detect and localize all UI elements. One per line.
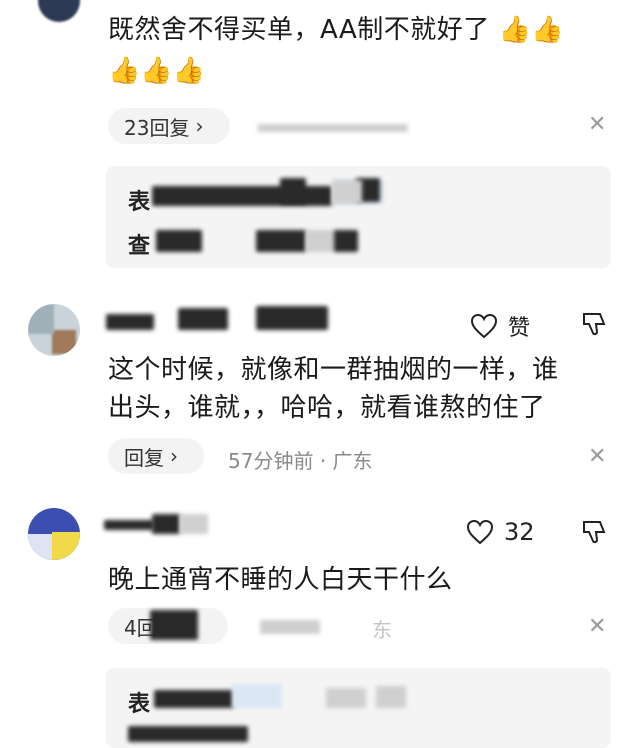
- redacted-text: [376, 686, 406, 708]
- username-redacted: [106, 314, 154, 330]
- meta-blurred: [258, 124, 408, 132]
- comment-text-line: 晚上通宵不睡的人白天干什么: [108, 565, 453, 595]
- reply-button[interactable]: 23回复 ›: [108, 108, 230, 144]
- location: 广东: [332, 449, 373, 473]
- redacted-text: [332, 180, 362, 204]
- chevron-right-icon: ›: [170, 444, 178, 468]
- thumbs-down-icon[interactable]: [580, 518, 608, 546]
- thumbs-up-emoji-icon: 👍👍👍: [108, 56, 206, 86]
- heart-icon: [470, 313, 498, 339]
- redacted-text: [306, 230, 336, 252]
- like-button[interactable]: 32: [466, 518, 535, 546]
- redacted-text: [326, 688, 366, 708]
- reply-label: 回复: [124, 445, 164, 470]
- avatar[interactable]: [28, 304, 80, 356]
- meta-blurred: [260, 620, 320, 634]
- like-count: 32: [504, 518, 535, 546]
- redacted-text: [256, 230, 306, 252]
- like-label: 赞: [508, 316, 531, 341]
- timestamp: 57分钟前: [228, 449, 314, 473]
- redacted-text: [232, 684, 282, 708]
- comment-text-line: 既然舍不得买单，AA制不就好了: [108, 15, 490, 45]
- comment-text-line: 出头，谁就，，哈哈，就看谁熬的住了: [108, 393, 546, 423]
- thumbs-up-emoji-icon: 👍👍: [498, 15, 565, 45]
- redacted-text: [154, 690, 234, 708]
- heart-icon: [466, 519, 494, 545]
- username-redacted: [256, 306, 328, 330]
- sub-comment-prefix: 表: [128, 692, 151, 717]
- thumbs-down-icon[interactable]: [580, 310, 608, 338]
- close-icon[interactable]: ✕: [588, 444, 606, 469]
- redacted-text: [128, 726, 248, 742]
- redacted-text: [150, 610, 198, 640]
- close-icon[interactable]: ✕: [588, 112, 606, 137]
- comment-meta: 57分钟前 · 广东: [228, 445, 373, 474]
- username-redacted: [180, 514, 208, 534]
- separator: ·: [319, 449, 333, 473]
- like-button[interactable]: 赞: [470, 310, 530, 342]
- sub-comment-box[interactable]: 表 查: [106, 166, 611, 268]
- close-icon[interactable]: ✕: [588, 614, 606, 639]
- location: 东: [372, 618, 392, 642]
- username-redacted: [104, 520, 154, 530]
- reply-label: 23回复: [124, 115, 190, 140]
- sub-comment-box[interactable]: 表: [106, 668, 611, 748]
- redacted-text: [280, 178, 306, 204]
- comment-text: 晚上通宵不睡的人白天干什么: [108, 562, 453, 598]
- comment-text: 既然舍不得买单，AA制不就好了 👍👍: [108, 12, 564, 48]
- comment-text-line: 这个时候，就像和一群抽烟的一样，谁: [108, 355, 559, 385]
- avatar[interactable]: [38, 0, 80, 22]
- reply-button[interactable]: 回复 ›: [108, 438, 204, 474]
- username-redacted: [152, 514, 180, 534]
- username-redacted: [178, 308, 228, 330]
- sub-comment-prefix: 表: [128, 190, 151, 215]
- sub-comment-prefix: 查: [128, 234, 151, 259]
- emoji-row: 👍👍👍: [108, 56, 205, 86]
- comment-text: 这个时候，就像和一群抽烟的一样，谁 出头，谁就，，哈哈，就看谁熬的住了: [108, 352, 559, 426]
- avatar[interactable]: [28, 508, 80, 560]
- chevron-right-icon: ›: [195, 114, 204, 138]
- redacted-text: [334, 230, 358, 252]
- redacted-text: [156, 230, 202, 252]
